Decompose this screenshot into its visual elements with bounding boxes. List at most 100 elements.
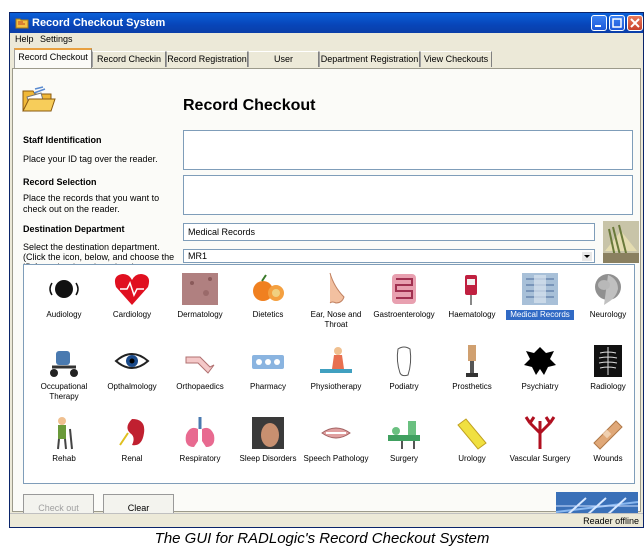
dept-audiology[interactable]: Audiology	[30, 267, 98, 335]
dept-psychiatry[interactable]: Psychiatry	[506, 339, 574, 407]
sleep-icon	[252, 417, 284, 449]
destination-department-field[interactable]: Medical Records	[183, 223, 595, 241]
tab-record-registration[interactable]: Record Registration	[166, 51, 248, 67]
department-id-value: MR1	[188, 251, 208, 261]
close-button[interactable]	[627, 15, 643, 31]
tab-user-registration[interactable]: User Registration	[248, 51, 319, 78]
heart-icon	[114, 274, 150, 305]
dept-pharmacy-label: Pharmacy	[249, 382, 286, 391]
prosthetic-leg-icon	[466, 345, 478, 377]
kidney-icon	[119, 419, 145, 446]
physio-icon	[320, 347, 352, 373]
dept-pharmacy[interactable]: Pharmacy	[234, 339, 302, 407]
dept-physiotherapy-label: Physiotherapy	[310, 382, 362, 391]
dept-opthalmology-label: Opthalmology	[107, 382, 157, 391]
dept-orthopaedics-label: Orthopaedics	[176, 382, 224, 391]
pills-icon	[252, 355, 284, 369]
menu-bar: Help Settings	[10, 33, 643, 47]
urology-icon	[457, 418, 487, 450]
dept-speech-pathology-label: Speech Pathology	[303, 454, 369, 463]
dept-prosthetics[interactable]: Prosthetics	[438, 339, 506, 407]
menu-settings[interactable]: Settings	[40, 34, 73, 44]
status-bar: Reader offline	[10, 513, 643, 527]
dept-respiratory[interactable]: Respiratory	[166, 411, 234, 479]
close-icon	[630, 18, 640, 28]
surgery-icon	[388, 421, 420, 449]
dept-medical-records[interactable]: Medical Records	[506, 267, 574, 335]
mouth-icon	[321, 427, 351, 439]
eye-icon	[114, 353, 150, 369]
staff-id-field[interactable]	[183, 130, 633, 170]
dept-podiatry[interactable]: Podiatry	[370, 339, 438, 407]
dept-opthalmology[interactable]: Opthalmology	[98, 339, 166, 407]
application-window: Record Checkout System Help Settings Rec…	[9, 12, 644, 528]
fruit-icon	[253, 274, 284, 301]
dept-respiratory-label: Respiratory	[179, 454, 221, 463]
dept-rehab[interactable]: Rehab	[30, 411, 98, 479]
figure-caption: The GUI for RADLogic's Record Checkout S…	[154, 530, 490, 547]
dept-cardiology[interactable]: Cardiology	[98, 267, 166, 335]
dept-vascular-surgery-label: Vascular Surgery	[509, 454, 571, 463]
dept-vascular-surgery[interactable]: Vascular Surgery	[506, 411, 574, 479]
minimize-button[interactable]	[591, 15, 607, 31]
xray-icon	[594, 345, 622, 377]
dept-dietetics[interactable]: Dietetics	[234, 267, 302, 335]
intestine-icon	[392, 274, 416, 304]
tab-record-checkin[interactable]: Record Checkin	[92, 51, 166, 67]
dept-urology[interactable]: Urology	[438, 411, 506, 479]
dept-renal[interactable]: Renal	[98, 411, 166, 479]
bone-icon	[185, 356, 215, 374]
app-icon	[15, 18, 29, 29]
dept-orthopaedics[interactable]: Orthopaedics	[166, 339, 234, 407]
department-icon-grid: Audiology Cardiology Dermatology Dieteti…	[23, 264, 635, 484]
mobility-scooter-icon	[50, 351, 78, 377]
dept-dietetics-label: Dietetics	[252, 310, 284, 319]
record-checkout-panel: Record Checkout Staff Identification Pla…	[12, 68, 641, 522]
dept-renal-label: Renal	[121, 454, 143, 463]
dept-neurology-label: Neurology	[589, 310, 627, 319]
department-id-select[interactable]: MR1	[183, 249, 595, 263]
department-thumbnail-icon	[603, 221, 639, 263]
dept-radiology[interactable]: Radiology	[574, 339, 642, 407]
dept-wounds[interactable]: Wounds	[574, 411, 642, 479]
dept-surgery[interactable]: Surgery	[370, 411, 438, 479]
menu-help[interactable]: Help	[15, 34, 34, 44]
nose-icon	[329, 272, 345, 304]
tab-strip: Record Checkout Record Checkin Record Re…	[10, 47, 643, 78]
dept-sleep-disorders[interactable]: Sleep Disorders	[234, 411, 302, 479]
tab-department-registration[interactable]: Department Registration	[319, 51, 420, 67]
dept-surgery-label: Surgery	[389, 454, 418, 463]
brain-scan-icon	[595, 274, 621, 305]
walking-aid-icon	[57, 417, 73, 450]
dept-physiotherapy[interactable]: Physiotherapy	[302, 339, 370, 407]
dept-neurology[interactable]: Neurology	[574, 267, 642, 335]
dept-dermatology[interactable]: Dermatology	[166, 267, 234, 335]
maximize-icon	[612, 18, 622, 28]
ear-sound-icon	[49, 280, 79, 298]
dept-psychiatry-label: Psychiatry	[521, 382, 559, 391]
dept-radiology-label: Radiology	[590, 382, 626, 391]
folder-icon	[22, 86, 56, 112]
reader-status: Reader offline	[583, 516, 639, 526]
maximize-button[interactable]	[609, 15, 625, 31]
window-title: Record Checkout System	[32, 17, 166, 29]
dept-ent[interactable]: Ear, Nose and Throat	[302, 267, 370, 335]
dept-occupational-therapy[interactable]: Occupational Therapy	[30, 339, 98, 407]
dept-haematology[interactable]: Haematology	[438, 267, 506, 335]
tab-record-checkout[interactable]: Record Checkout	[14, 48, 92, 68]
dept-medical-records-label: Medical Records	[506, 310, 574, 320]
lungs-icon	[185, 417, 215, 447]
blood-bag-icon	[465, 275, 477, 305]
title-bar[interactable]: Record Checkout System	[10, 13, 643, 33]
record-selection-field[interactable]	[183, 175, 633, 215]
chevron-down-icon[interactable]	[582, 252, 592, 261]
dept-wounds-label: Wounds	[593, 454, 623, 463]
bandage-icon	[593, 420, 623, 450]
dept-prosthetics-label: Prosthetics	[452, 382, 492, 391]
tab-view-checkouts[interactable]: View Checkouts	[420, 51, 492, 67]
dept-urology-label: Urology	[458, 454, 486, 463]
records-icon	[522, 273, 558, 305]
dept-gastroenterology[interactable]: Gastroenterology	[370, 267, 438, 335]
dept-speech-pathology[interactable]: Speech Pathology	[302, 411, 370, 479]
dept-audiology-label: Audiology	[46, 310, 82, 319]
